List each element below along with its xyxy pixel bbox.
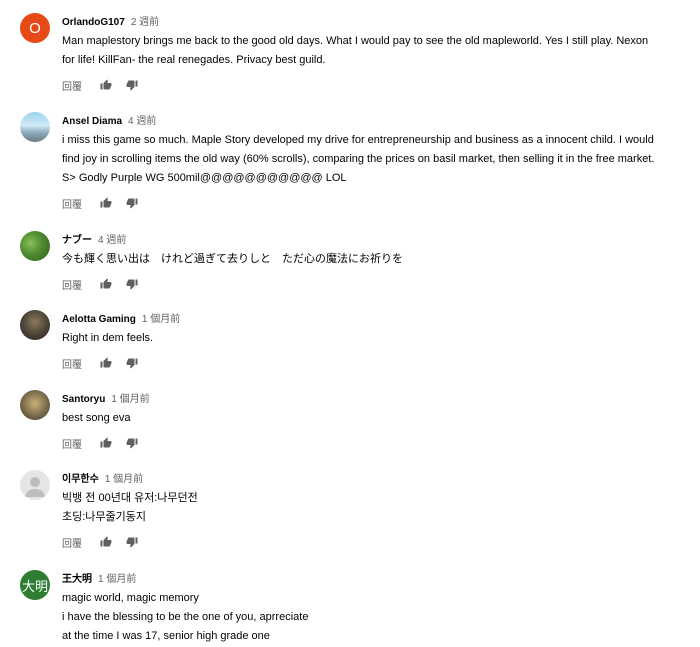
thumbs-down-icon[interactable] xyxy=(126,437,138,449)
reply-button[interactable]: 回覆 xyxy=(62,277,100,292)
comment-timestamp[interactable]: 4 週前 xyxy=(128,112,156,127)
comment-text: magic world, magic memory i have the ble… xyxy=(62,589,690,646)
avatar[interactable] xyxy=(20,310,50,340)
thumbs-up-icon[interactable] xyxy=(100,536,112,548)
comment-timestamp[interactable]: 4 週前 xyxy=(98,231,126,246)
comment-text-line: i have the blessing to be the one of you… xyxy=(62,611,309,623)
reply-button[interactable]: 回覆 xyxy=(62,436,100,451)
avatar-letter: O xyxy=(29,19,41,37)
thumbs-up-icon[interactable] xyxy=(100,278,112,290)
comment-text-line: for life! KillFan- the real renegades. P… xyxy=(62,54,326,66)
thumbs-up-icon[interactable] xyxy=(100,79,112,91)
reply-button[interactable]: 回覆 xyxy=(62,196,100,211)
comment-text-line: 今も輝く思い出は けれど過ぎて去りしと ただ心の魔法にお祈りを xyxy=(62,253,403,265)
comment-text-line: S> Godly Purple WG 500mil@@@@@@@@@@@ LOL xyxy=(62,172,347,184)
comment-text-line: Right in dem feels. xyxy=(62,332,154,344)
comment-timestamp[interactable]: 1 個月前 xyxy=(111,390,149,405)
thumbs-down-icon[interactable] xyxy=(126,79,138,91)
comment-text-line: find joy in scrolling items the old way … xyxy=(62,153,655,165)
thumbs-up-icon[interactable] xyxy=(100,197,112,209)
comment-text: i miss this game so much. Maple Story de… xyxy=(62,131,690,188)
reply-button[interactable]: 回覆 xyxy=(62,356,100,371)
reply-button[interactable]: 回覆 xyxy=(62,78,100,93)
comment-author[interactable]: 이무한수 xyxy=(62,470,99,485)
avatar[interactable] xyxy=(20,470,50,500)
avatar[interactable] xyxy=(20,112,50,142)
comment-timestamp[interactable]: 2 週前 xyxy=(131,13,159,28)
comment-text: Man maplestory brings me back to the goo… xyxy=(62,32,690,70)
reply-button[interactable]: 回覆 xyxy=(62,535,100,550)
avatar[interactable] xyxy=(20,231,50,261)
avatar[interactable]: 大明 xyxy=(20,570,50,600)
comment-text-line: at the time I was 17, senior high grade … xyxy=(62,630,270,642)
comment-author[interactable]: Aelotta Gaming xyxy=(62,314,136,325)
thumbs-down-icon[interactable] xyxy=(126,197,138,209)
comment-timestamp[interactable]: 1 個月前 xyxy=(98,570,136,585)
comment-text: best song eva xyxy=(62,409,690,428)
thumbs-down-icon[interactable] xyxy=(126,357,138,369)
comment-text-line: 빅뱅 전 00년대 유저:나무던전 xyxy=(62,492,198,504)
thumbs-up-icon[interactable] xyxy=(100,357,112,369)
comment-timestamp[interactable]: 1 個月前 xyxy=(105,470,143,485)
comment-text-line: best song eva xyxy=(62,412,131,424)
comment-text: Right in dem feels. xyxy=(62,329,690,348)
comment-author[interactable]: Ansel Diama xyxy=(62,116,122,127)
comment-timestamp[interactable]: 1 個月前 xyxy=(142,310,180,325)
comment-author[interactable]: ナブー xyxy=(62,231,92,246)
comment-text-line: i miss this game so much. Maple Story de… xyxy=(62,134,654,146)
avatar[interactable] xyxy=(20,390,50,420)
default-user-icon xyxy=(25,477,45,497)
avatar-letter: 大明 xyxy=(21,578,48,594)
comment-author[interactable]: OrlandoG107 xyxy=(62,17,125,28)
thumbs-down-icon[interactable] xyxy=(126,536,138,548)
comment-text-line: magic world, magic memory xyxy=(62,592,199,604)
comment-author[interactable]: 王大明 xyxy=(62,570,92,585)
comment-text-line: 초딩:나무줄기동지 xyxy=(62,511,147,523)
avatar[interactable]: O xyxy=(20,13,50,43)
comment-text: 今も輝く思い出は けれど過ぎて去りしと ただ心の魔法にお祈りを xyxy=(62,250,690,269)
comment-text: 빅뱅 전 00년대 유저:나무던전 초딩:나무줄기동지 xyxy=(62,489,690,527)
thumbs-up-icon[interactable] xyxy=(100,437,112,449)
thumbs-down-icon[interactable] xyxy=(126,278,138,290)
comment-author[interactable]: Santoryu xyxy=(62,394,105,405)
comment-text-line: Man maplestory brings me back to the goo… xyxy=(62,35,649,47)
